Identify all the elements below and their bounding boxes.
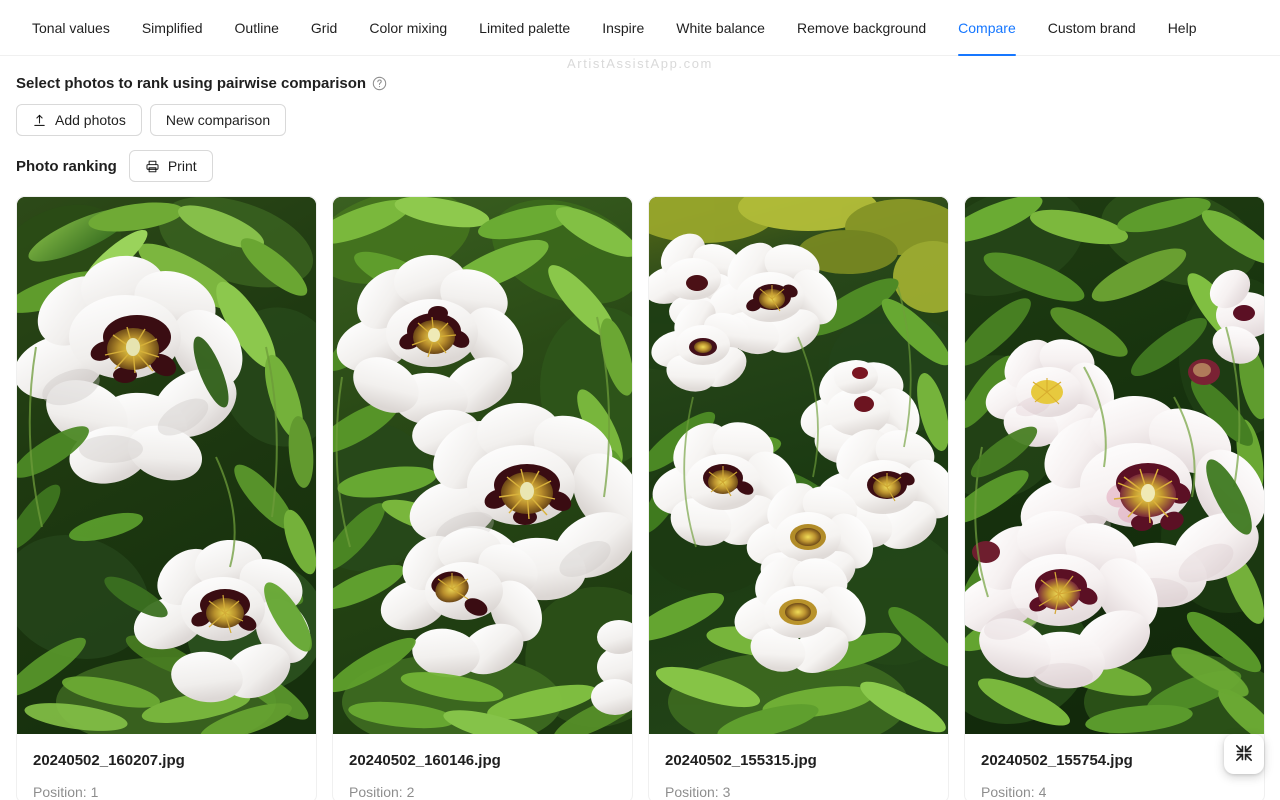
photo-filename: 20240502_155315.jpg [665,752,817,769]
section-header: Select photos to rank using pairwise com… [16,56,1264,92]
tab-label: Help [1167,19,1197,36]
question-circle-icon[interactable] [372,76,387,91]
printer-icon [145,159,160,174]
tab-simplified[interactable]: Simplified [126,0,219,55]
tab-label: Simplified [141,19,203,36]
photo-card-body: 20240502_160207.jpg Position: 1 [17,734,316,800]
photo-position: Position: 1 [33,784,99,800]
tab-label: Custom brand [1047,19,1136,36]
tab-label: Tonal values [32,19,110,36]
tab-color-mixing[interactable]: Color mixing [353,0,463,55]
add-photos-button[interactable]: Add photos [16,104,142,136]
tab-tonal-values[interactable]: Tonal values [16,0,126,55]
tab-label: Remove background [796,19,927,36]
photo-card-body: 20240502_155754.jpg Position: 4 [965,734,1264,800]
tab-grid[interactable]: Grid [295,0,353,55]
tab-compare[interactable]: Compare [942,0,1032,56]
photo-thumbnail-1[interactable] [17,197,316,734]
main-content: Select photos to rank using pairwise com… [0,56,1280,800]
tab-label: Compare [958,19,1016,36]
photo-filename: 20240502_160146.jpg [349,752,501,769]
tab-label: White balance [676,19,765,36]
photo-ranking-label: Photo ranking [16,157,117,175]
photo-card[interactable]: 20240502_155315.jpg Position: 3 [648,196,949,800]
photo-card[interactable]: 20240502_155754.jpg Position: 4 [964,196,1265,800]
new-comparison-label: New comparison [165,112,271,128]
tab-label: Grid [310,19,338,36]
tab-limited-palette[interactable]: Limited palette [463,0,586,55]
photo-ranking-header: Photo ranking Print [16,150,1264,182]
exit-fullscreen-button[interactable] [1224,734,1264,774]
print-label: Print [167,158,197,174]
photo-filename: 20240502_155754.jpg [981,752,1133,769]
photo-ranking-grid: 20240502_160207.jpg Position: 1 20240502… [16,196,1265,800]
photo-thumbnail-3[interactable] [649,197,948,734]
photo-card[interactable]: 20240502_160146.jpg Position: 2 [332,196,633,800]
tab-help[interactable]: Help [1152,0,1213,55]
tab-label: Inspire [602,19,645,36]
print-button[interactable]: Print [128,150,213,182]
photo-card-body: 20240502_155315.jpg Position: 3 [649,734,948,800]
upload-icon [32,113,47,128]
tab-outline[interactable]: Outline [219,0,295,55]
tab-remove-background[interactable]: Remove background [781,0,942,55]
main-tab-bar: Tonal values Simplified Outline Grid Col… [0,0,1280,56]
photo-actions-toolbar: Add photos New comparison [16,104,1264,136]
compress-icon [1235,744,1253,765]
tab-white-balance[interactable]: White balance [660,0,781,55]
tab-custom-brand[interactable]: Custom brand [1032,0,1152,55]
photo-thumbnail-4[interactable] [965,197,1264,734]
photo-card-body: 20240502_160146.jpg Position: 2 [333,734,632,800]
photo-filename: 20240502_160207.jpg [33,752,185,769]
new-comparison-button[interactable]: New comparison [149,104,287,136]
add-photos-label: Add photos [55,112,126,128]
photo-position: Position: 4 [981,784,1047,800]
photo-thumbnail-2[interactable] [333,197,632,734]
photo-position: Position: 2 [349,784,415,800]
tab-inspire[interactable]: Inspire [586,0,660,55]
photo-position: Position: 3 [665,784,731,800]
page-title: Select photos to rank using pairwise com… [16,74,367,92]
tab-label: Limited palette [479,19,571,36]
photo-card[interactable]: 20240502_160207.jpg Position: 1 [16,196,317,800]
tab-label: Outline [234,19,279,36]
tab-label: Color mixing [369,19,448,36]
